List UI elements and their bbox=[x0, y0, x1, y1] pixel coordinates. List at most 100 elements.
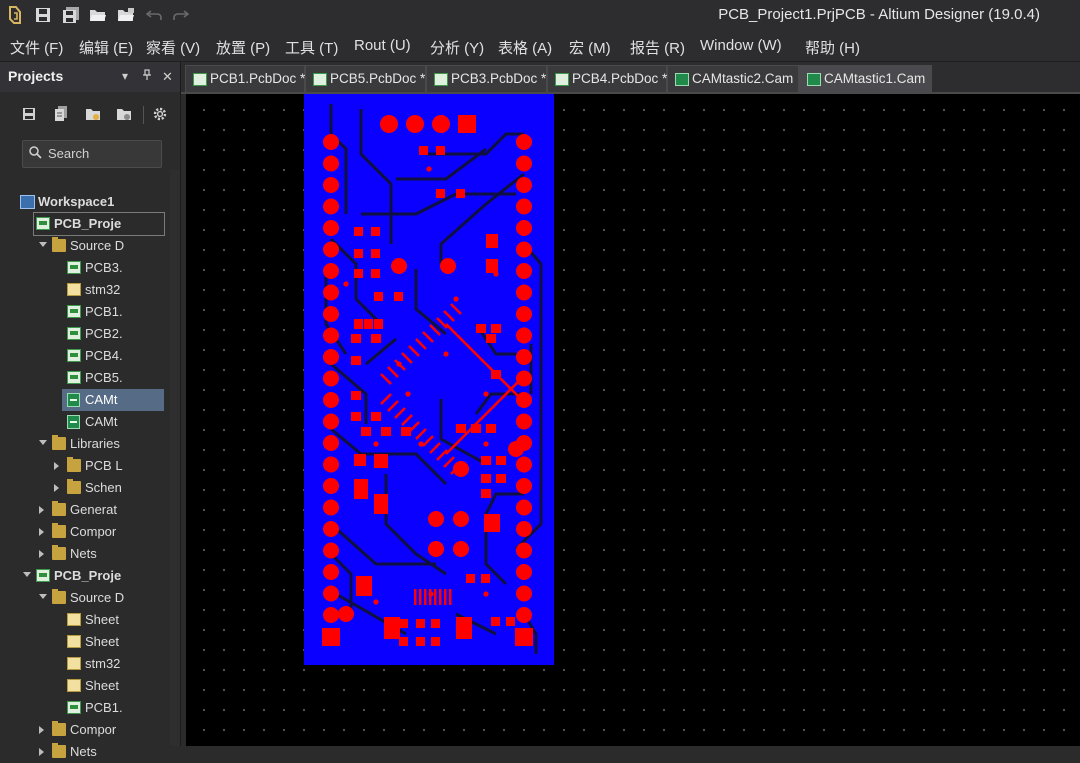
gear-icon[interactable] bbox=[150, 104, 170, 124]
menu-item[interactable]: 帮助 (H) bbox=[805, 37, 860, 58]
tree-item-label: PCB_Proje bbox=[54, 568, 122, 583]
tab-label: PCB3.PcbDoc * bbox=[451, 71, 547, 86]
tree-item[interactable]: Compor bbox=[0, 719, 164, 741]
open-project-icon[interactable] bbox=[115, 4, 137, 26]
add-folder-icon[interactable] bbox=[83, 104, 103, 124]
tree-item[interactable]: Source D bbox=[0, 587, 164, 609]
folder-icon bbox=[52, 501, 66, 516]
folder-options-icon[interactable] bbox=[114, 104, 134, 124]
save-icon[interactable] bbox=[32, 4, 54, 26]
menu-item[interactable]: 编辑 (E) bbox=[79, 37, 133, 58]
cam-document-icon bbox=[67, 415, 80, 429]
tree-item[interactable]: PCB_Proje bbox=[33, 212, 165, 236]
tab-document[interactable]: CAMtastic1.Cam bbox=[799, 65, 932, 92]
tree-item[interactable]: Schen bbox=[0, 477, 164, 499]
tab-label: PCB1.PcbDoc * bbox=[210, 71, 306, 86]
folder-icon bbox=[52, 435, 66, 450]
menu-item[interactable]: 表格 (A) bbox=[498, 37, 552, 58]
pcb-board-view bbox=[304, 94, 554, 665]
save-all-icon[interactable] bbox=[60, 4, 82, 26]
collapsed-arrow-icon[interactable] bbox=[39, 748, 44, 756]
project-documents-icon[interactable] bbox=[51, 104, 71, 124]
projects-panel-header: Projects ▾ ✕ bbox=[0, 62, 180, 92]
folder-icon bbox=[52, 523, 66, 538]
tree-item-label: PCB L bbox=[85, 458, 123, 473]
projects-panel: Projects ▾ ✕ Search Workspace1 PCB_Proje S… bbox=[0, 62, 181, 759]
cam-canvas[interactable] bbox=[186, 94, 1080, 746]
tree-item[interactable]: PCB1. bbox=[0, 697, 164, 719]
menu-item[interactable]: 文件 (F) bbox=[10, 37, 63, 58]
menu-item[interactable]: 放置 (P) bbox=[216, 37, 270, 58]
tree-item[interactable]: PCB1. bbox=[0, 301, 164, 323]
tree-item-label: PCB_Proje bbox=[54, 216, 122, 231]
collapsed-arrow-icon[interactable] bbox=[54, 484, 59, 492]
tree-item[interactable]: Nets bbox=[0, 543, 164, 565]
expanded-arrow-icon[interactable] bbox=[39, 440, 47, 445]
tree-item[interactable]: Source D bbox=[0, 235, 164, 257]
menu-bar: 文件 (F) 编辑 (E) 察看 (V) 放置 (P) 工具 (T) Rout (U) 分析… bbox=[0, 31, 1080, 62]
menu-item[interactable]: 分析 (Y) bbox=[430, 37, 484, 58]
tree-item-label: Compor bbox=[70, 524, 117, 539]
close-icon[interactable]: ✕ bbox=[162, 69, 173, 85]
undo-icon[interactable] bbox=[143, 4, 165, 26]
redo-icon[interactable] bbox=[170, 4, 192, 26]
tree-item[interactable]: PCB_Proje bbox=[0, 565, 164, 587]
collapsed-arrow-icon[interactable] bbox=[39, 726, 44, 734]
tree-item[interactable]: Generat bbox=[0, 499, 164, 521]
tree-item[interactable]: CAMt bbox=[0, 411, 164, 433]
menu-item[interactable]: 报告 (R) bbox=[630, 37, 685, 58]
menu-item[interactable]: 宏 (M) bbox=[569, 37, 611, 58]
collapsed-arrow-icon[interactable] bbox=[54, 462, 59, 470]
tree-item[interactable]: PCB3. bbox=[0, 257, 164, 279]
tree-item[interactable]: Nets bbox=[0, 741, 164, 763]
open-icon[interactable] bbox=[87, 4, 109, 26]
menu-item[interactable]: 工具 (T) bbox=[285, 37, 338, 58]
projects-panel-title: Projects bbox=[8, 68, 64, 84]
save-project-icon[interactable] bbox=[19, 104, 39, 124]
tree-item[interactable]: Sheet bbox=[0, 631, 164, 653]
tree-item-label: Source D bbox=[70, 238, 125, 253]
folder-icon bbox=[52, 545, 66, 560]
pcb-document-icon bbox=[67, 305, 81, 318]
collapsed-arrow-icon[interactable] bbox=[39, 506, 44, 514]
tab-document[interactable]: PCB3.PcbDoc * bbox=[426, 65, 547, 92]
tree-item[interactable]: Workspace1 bbox=[0, 191, 164, 213]
tree-item-label: Generat bbox=[70, 502, 117, 517]
tree-item[interactable]: PCB L bbox=[0, 455, 164, 477]
tree-item[interactable]: CAMt bbox=[62, 389, 164, 411]
tab-document[interactable]: PCB4.PcbDoc * bbox=[547, 65, 667, 92]
menu-item[interactable]: Rout (U) bbox=[354, 37, 411, 54]
tree-item[interactable]: Libraries bbox=[0, 433, 164, 455]
panel-menu-chevron-icon[interactable]: ▾ bbox=[122, 69, 128, 83]
pcb-document-icon bbox=[36, 569, 50, 582]
collapsed-arrow-icon[interactable] bbox=[39, 550, 44, 558]
menu-item[interactable]: Window (W) bbox=[700, 37, 782, 54]
tree-item-label: Libraries bbox=[70, 436, 120, 451]
pcb-document-icon bbox=[67, 349, 81, 362]
tree-item[interactable]: Compor bbox=[0, 521, 164, 543]
collapsed-arrow-icon[interactable] bbox=[39, 528, 44, 536]
tab-label: PCB5.PcbDoc * bbox=[330, 71, 426, 86]
expanded-arrow-icon[interactable] bbox=[39, 594, 47, 599]
tree-item[interactable]: Sheet bbox=[0, 675, 164, 697]
pcb-document-icon bbox=[193, 73, 207, 86]
tree-item[interactable]: stm32 bbox=[0, 653, 164, 675]
expanded-arrow-icon[interactable] bbox=[39, 242, 47, 247]
app-logo-icon[interactable] bbox=[4, 4, 26, 26]
tab-document[interactable]: CAMtastic2.Cam bbox=[667, 65, 799, 92]
tree-item-label: PCB4. bbox=[85, 348, 123, 363]
menu-item[interactable]: 察看 (V) bbox=[146, 37, 200, 58]
search-input[interactable]: Search bbox=[22, 140, 162, 168]
tab-document[interactable]: PCB5.PcbDoc * bbox=[305, 65, 426, 92]
expanded-arrow-icon[interactable] bbox=[23, 572, 31, 577]
tree-item[interactable]: PCB4. bbox=[0, 345, 164, 367]
tree-item[interactable]: stm32 bbox=[0, 279, 164, 301]
folder-icon bbox=[52, 589, 66, 604]
pin-icon[interactable] bbox=[142, 69, 152, 84]
tab-document[interactable]: PCB1.PcbDoc * bbox=[185, 65, 305, 92]
tree-item[interactable]: PCB2. bbox=[0, 323, 164, 345]
tree-item[interactable]: Sheet bbox=[0, 609, 164, 631]
tree-item[interactable]: PCB5. bbox=[0, 367, 164, 389]
schematic-document-icon bbox=[67, 613, 81, 626]
tree-scrollbar[interactable] bbox=[170, 170, 180, 746]
